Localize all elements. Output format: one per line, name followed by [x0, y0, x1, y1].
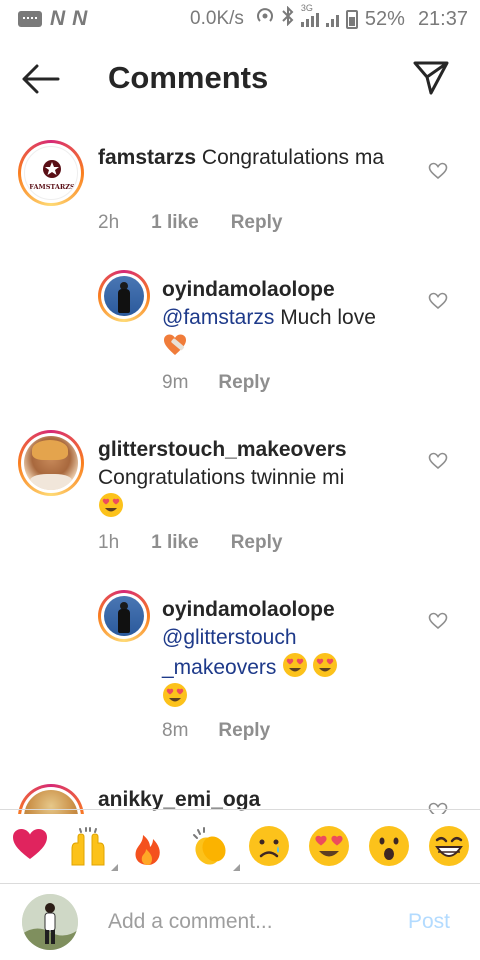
signal-icon: 3G	[300, 3, 319, 27]
heart-outline-icon	[428, 802, 448, 814]
comment-username[interactable]: oyindamolaolope	[162, 278, 335, 301]
variant-indicator	[233, 864, 240, 871]
like-comment-button[interactable]	[428, 292, 450, 312]
heart-eyes-icon	[98, 492, 124, 518]
mention-link[interactable]: @famstarzs	[162, 306, 274, 329]
battery-icon	[345, 9, 358, 29]
emoji-laughing-face-button[interactable]	[428, 825, 474, 871]
avatar[interactable]	[18, 430, 84, 496]
fire-icon	[135, 835, 160, 865]
heart-eyes-icon	[282, 652, 308, 678]
comment-text: Much love	[280, 306, 376, 329]
notification-n-icon: N	[50, 7, 65, 30]
current-user-avatar	[22, 894, 78, 950]
comment-time: 8m	[162, 720, 189, 741]
heart-outline-icon	[428, 292, 448, 310]
comment-text: Congratulations ma	[201, 146, 385, 169]
paper-plane-icon	[413, 61, 449, 95]
comment-likes[interactable]: 1 like	[151, 212, 199, 234]
mention-link[interactable]: @glitterstouch	[162, 626, 297, 649]
heart-eyes-icon	[312, 652, 338, 678]
heart-with-bandage-icon	[162, 332, 188, 358]
clapping-hands-icon	[193, 827, 226, 865]
heart-outline-icon	[428, 612, 448, 630]
reply-button[interactable]: Reply	[218, 372, 270, 394]
comment-username[interactable]: oyindamolaolope	[162, 598, 335, 621]
comment-likes[interactable]: 1 like	[151, 532, 199, 554]
emoji-quick-bar	[0, 815, 480, 883]
emoji-surprised-face-button[interactable]	[368, 825, 414, 871]
comment-username[interactable]: glitterstouch_makeovers	[98, 438, 347, 461]
reply-button[interactable]: Reply	[231, 532, 283, 554]
like-comment-button[interactable]	[428, 802, 450, 814]
emoji-clapping-hands-button[interactable]	[188, 825, 240, 871]
variant-indicator	[111, 864, 118, 871]
comments-header: Comments	[0, 40, 480, 118]
message-icon	[18, 11, 42, 27]
heart-outline-icon	[428, 162, 448, 180]
comment-reply-item: oyindamolaolope @famstarzs Much love 9m …	[0, 270, 480, 400]
avatar[interactable]: FAMSTARZS	[18, 140, 84, 206]
comment-username[interactable]: anikky_emi_oga	[98, 788, 260, 811]
comment-time: 2h	[98, 212, 120, 233]
clock: 21:37	[417, 7, 468, 30]
emoji-fire-button[interactable]	[128, 825, 174, 871]
emoji-heart-eyes-button[interactable]	[308, 825, 354, 871]
comment-time: 9m	[162, 372, 189, 393]
comment-input[interactable]	[108, 906, 388, 938]
reply-button[interactable]: Reply	[231, 212, 283, 234]
heart-eyes-icon	[162, 682, 188, 708]
post-button[interactable]: Post	[408, 910, 450, 934]
emoji-red-heart-button[interactable]	[10, 825, 56, 871]
emoji-crying-face-button[interactable]	[248, 825, 294, 871]
heart-eyes-icon	[309, 826, 349, 866]
reply-button[interactable]: Reply	[218, 720, 270, 742]
famstarzs-logo: FAMSTARZS	[29, 160, 75, 191]
red-heart-icon	[13, 829, 47, 859]
emoji-raising-hands-button[interactable]	[66, 825, 118, 871]
comment-reply-item: oyindamolaolope @glitterstouch _makeover…	[0, 590, 480, 750]
like-comment-button[interactable]	[428, 452, 450, 472]
heart-outline-icon	[428, 452, 448, 470]
like-comment-button[interactable]	[428, 612, 450, 632]
svg-text:FAMSTARZS: FAMSTARZS	[29, 183, 75, 191]
comment-item: glitterstouch_makeovers Congratulations …	[0, 430, 480, 560]
notification-n-icon: N	[72, 7, 87, 30]
raising-hands-icon	[71, 827, 105, 866]
surprised-face-icon	[369, 826, 409, 866]
arrow-left-icon	[22, 64, 60, 94]
page-title: Comments	[108, 60, 269, 95]
battery-percent: 52%	[364, 7, 405, 30]
avatar[interactable]	[98, 270, 150, 322]
status-bar: N N 0.0K/s 3G 52% 21:37	[0, 0, 480, 38]
laughing-face-icon	[429, 826, 469, 866]
comment-item: FAMSTARZS famstarzs Congratulations ma 2…	[0, 140, 480, 250]
comment-text: Congratulations twinnie mi	[98, 466, 345, 489]
share-button[interactable]	[412, 60, 452, 98]
back-button[interactable]	[22, 64, 62, 94]
comment-username[interactable]: famstarzs	[98, 146, 196, 169]
hotspot-icon	[255, 6, 275, 32]
comment-composer: Post	[0, 884, 480, 960]
crying-face-icon	[249, 826, 289, 866]
network-speed: 0.0K/s	[190, 8, 244, 29]
mention-link-continued[interactable]: _makeovers	[162, 656, 276, 679]
bluetooth-icon	[282, 5, 294, 32]
avatar[interactable]	[98, 590, 150, 642]
like-comment-button[interactable]	[428, 162, 450, 182]
divider	[0, 809, 480, 810]
comment-time: 1h	[98, 532, 120, 553]
signal-icon-2	[325, 11, 339, 27]
